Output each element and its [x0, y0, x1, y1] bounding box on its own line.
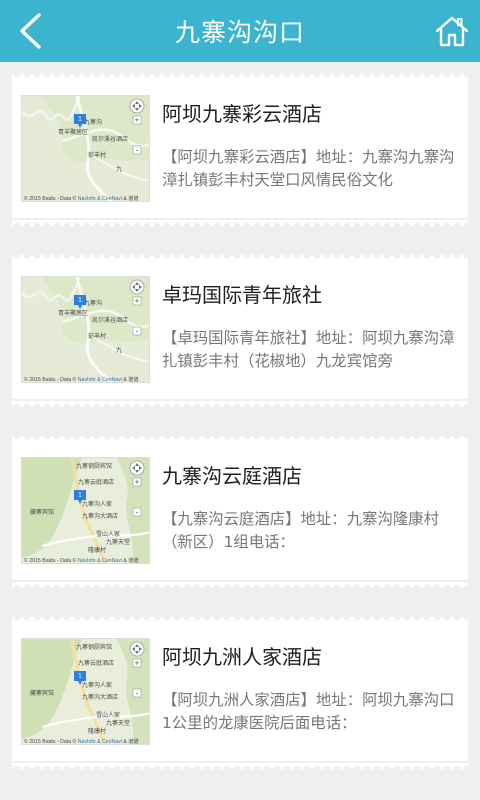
card-bottom-edge — [12, 395, 468, 407]
map-place-label: 九寨钢厨宾馆 — [76, 643, 112, 651]
map-place-label: 藏寨宾馆 — [30, 508, 54, 516]
map-credit: © 2015 Baidu - Data © NavInfo & CenNavi … — [24, 737, 139, 745]
back-button[interactable] — [8, 8, 52, 54]
card-top-edge — [12, 255, 468, 267]
map-place-label: 雪山人家 — [96, 711, 120, 719]
hotel-map-thumbnail[interactable]: 九寨沟青羊聚居区 凯尔溪谷酒店彭丰村九 1 + - © 2015 Baidu - Data… — [21, 95, 150, 202]
svg-text:+: + — [135, 478, 140, 487]
page-title: 九寨沟沟口 — [174, 18, 305, 47]
svg-text:1: 1 — [78, 297, 82, 304]
map-place-label: 彭丰村 — [88, 332, 106, 340]
svg-text:1: 1 — [78, 492, 82, 499]
map-place-label: 九寨钢厨宾馆 — [76, 462, 112, 470]
hotel-map-thumbnail[interactable]: 九寨钢厨宾馆 九寨云庭酒店藏寨宾馆 九寨沟人家九寨沟大酒店雪山人家隆康村 九寨天堂 1 +… — [21, 638, 150, 745]
hotel-name: 阿坝九洲人家酒店 — [162, 645, 322, 669]
map-place-label: 隆康村 — [88, 546, 106, 554]
map-credit: © 2015 Baidu - Data © NavInfo & CenNavi … — [24, 375, 139, 383]
map-place-label: 九寨天堂 — [106, 538, 130, 546]
map-place-label: 九寨沟大酒店 — [82, 693, 118, 701]
svg-text:-: - — [136, 327, 139, 336]
map-place-label: 雪山人家 — [96, 530, 120, 538]
svg-text:-: - — [136, 146, 139, 155]
map-credit: © 2015 Baidu - Data © NavInfo & CenNavi … — [24, 194, 139, 202]
map-image: 九寨沟青羊聚居区凯尔溪谷酒店彭丰村九 1 + - © 2015 Baidu - Data… — [22, 96, 149, 202]
svg-text:1: 1 — [78, 116, 82, 123]
hotel-map-thumbnail[interactable]: 九寨钢厨宾馆 九寨云庭酒店藏寨宾馆 九寨沟人家九寨沟大酒店雪山人家隆康村 九寨天堂 1 +… — [21, 457, 150, 564]
hotel-card[interactable]: 九寨沟青羊聚居区 凯尔溪谷酒店彭丰村九 1 + - © 2015 Baidu - Data… — [12, 74, 468, 226]
map-place-label: 九寨沟 — [84, 118, 102, 126]
map-credit: © 2015 Baidu - Data © NavInfo & CenNavi … — [24, 556, 139, 564]
card-bottom-edge — [12, 757, 468, 769]
svg-text:+: + — [135, 297, 140, 306]
map-place-label: 九 — [116, 165, 122, 173]
hotel-description: 【九寨沟云庭酒店】地址：九寨沟隆康村（新区）1组电话： — [162, 510, 440, 551]
map-place-label: 青羊聚居区 — [58, 309, 88, 317]
hotel-name: 卓玛国际青年旅社 — [162, 283, 322, 307]
svg-text:-: - — [136, 508, 139, 517]
svg-text:-: - — [136, 689, 139, 698]
svg-text:+: + — [135, 116, 140, 125]
card-top-edge — [12, 617, 468, 629]
home-button[interactable] — [432, 10, 472, 52]
hotel-list[interactable]: 九寨沟 青羊聚居区 凯尔溪谷酒店 彭丰村九 1 + - © 2015 Baidu - Data… — [0, 62, 480, 800]
svg-text:+: + — [135, 659, 140, 668]
hotel-name: 阿坝九寨彩云酒店 — [162, 102, 322, 126]
map-image: 九寨钢厨宾馆九寨云庭酒店藏寨宾馆 九寨沟人家九寨沟大酒店雪山人家隆康村九寨天堂 1 +… — [22, 639, 149, 745]
home-icon — [435, 16, 469, 47]
title-bar: 九寨沟沟口 — [0, 0, 480, 62]
map-place-label: 九寨云庭酒店 — [78, 478, 114, 486]
map-place-label: 藏寨宾馆 — [30, 689, 54, 697]
map-place-label: 九寨沟大酒店 — [82, 512, 118, 520]
hotel-description: 【卓玛国际青年旅社】地址：阿坝九寨沟漳扎镇彭丰村（花椒地）九龙宾馆旁 — [162, 329, 455, 370]
map-place-label: 凯尔溪谷酒店 — [92, 316, 128, 324]
map-place-label: 九寨沟 — [84, 299, 102, 307]
chevron-left-icon — [20, 13, 41, 49]
map-place-label: 凯尔溪谷酒店 — [92, 135, 128, 143]
hotel-card[interactable]: 九寨钢厨宾馆 九寨云庭酒店藏寨宾馆 九寨沟人家九寨沟大酒店雪山人家隆康村 九寨天堂 1 +… — [12, 436, 468, 588]
card-top-edge — [12, 436, 468, 448]
hotel-name: 九寨沟云庭酒店 — [162, 464, 302, 488]
map-place-label: 彭丰村 — [88, 151, 106, 159]
hotel-description: 【阿坝九洲人家酒店】地址：阿坝九寨沟口1公里的龙康医院后面电话： — [162, 691, 455, 732]
hotel-map-thumbnail[interactable]: 九寨沟青羊聚居区 凯尔溪谷酒店彭丰村九 1 + - © 2015 Baidu - Data… — [21, 276, 150, 383]
hotel-card[interactable]: 九寨钢厨宾馆 九寨云庭酒店藏寨宾馆 九寨沟人家九寨沟大酒店雪山人家隆康村 九寨天堂 1 +… — [12, 617, 468, 769]
svg-text:1: 1 — [78, 673, 82, 680]
map-place-label: 隆康村 — [88, 727, 106, 735]
map-place-label: 九 — [116, 346, 122, 354]
hotel-description: 【阿坝九寨彩云酒店】地址：九寨沟九寨沟漳扎镇彭丰村天堂口风情民俗文化 — [162, 148, 455, 189]
map-place-label: 九寨云庭酒店 — [78, 659, 114, 667]
map-place-label: 九寨沟人家 — [82, 681, 112, 689]
card-bottom-edge — [12, 214, 468, 226]
card-top-edge — [12, 74, 468, 86]
map-image: 九寨钢厨宾馆九寨云庭酒店藏寨宾馆 九寨沟人家九寨沟大酒店雪山人家隆康村九寨天堂 1 +… — [22, 458, 149, 564]
map-place-label: 青羊聚居区 — [58, 128, 88, 136]
hotel-card[interactable]: 九寨沟青羊聚居区 凯尔溪谷酒店彭丰村九 1 + - © 2015 Baidu - Data… — [12, 255, 468, 407]
map-image: 九寨沟青羊聚居区凯尔溪谷酒店彭丰村九 1 + - © 2015 Baidu - Data… — [22, 277, 149, 383]
map-place-label: 九寨天堂 — [106, 719, 130, 727]
card-bottom-edge — [12, 576, 468, 588]
map-place-label: 九寨沟人家 — [82, 500, 112, 508]
